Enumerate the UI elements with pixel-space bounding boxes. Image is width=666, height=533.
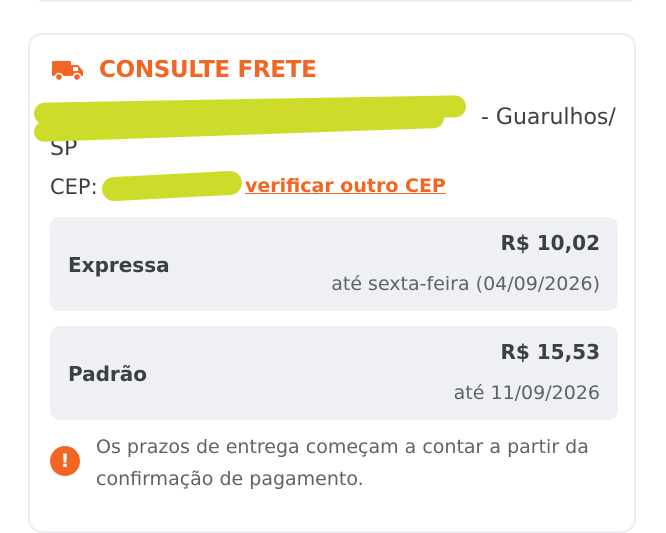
- option-price: R$ 10,02: [500, 231, 600, 255]
- shipping-option-expressa[interactable]: Expressa R$ 10,02 até sexta-feira (04/09…: [50, 217, 618, 311]
- verify-other-cep-link[interactable]: verificar outro CEP: [245, 175, 446, 197]
- shipping-card: CONSULTE FRETE - Guarulhos/ SP CEP: veri…: [28, 33, 636, 533]
- notice-text: Os prazos de entrega começam a contar a …: [96, 436, 589, 490]
- option-name: Padrão: [68, 362, 148, 386]
- shipping-title: CONSULTE FRETE: [99, 57, 317, 83]
- warning-icon: !: [50, 446, 80, 476]
- option-date: até sexta-feira (04/09/2026): [331, 273, 600, 295]
- truck-icon: [52, 61, 83, 82]
- cep-label: CEP:: [50, 175, 98, 199]
- cep-redaction: [101, 170, 243, 202]
- address-city: - Guarulhos/: [481, 105, 616, 130]
- shipping-header: CONSULTE FRETE: [52, 55, 317, 85]
- option-date: até 11/09/2026: [453, 382, 600, 404]
- option-name: Expressa: [68, 253, 170, 277]
- cep-row: CEP: verificar outro CEP: [50, 175, 446, 199]
- previous-card-edge: [34, 0, 638, 2]
- shipping-option-padrao[interactable]: Padrão R$ 15,53 até 11/09/2026: [50, 326, 618, 420]
- option-price: R$ 15,53: [500, 340, 600, 364]
